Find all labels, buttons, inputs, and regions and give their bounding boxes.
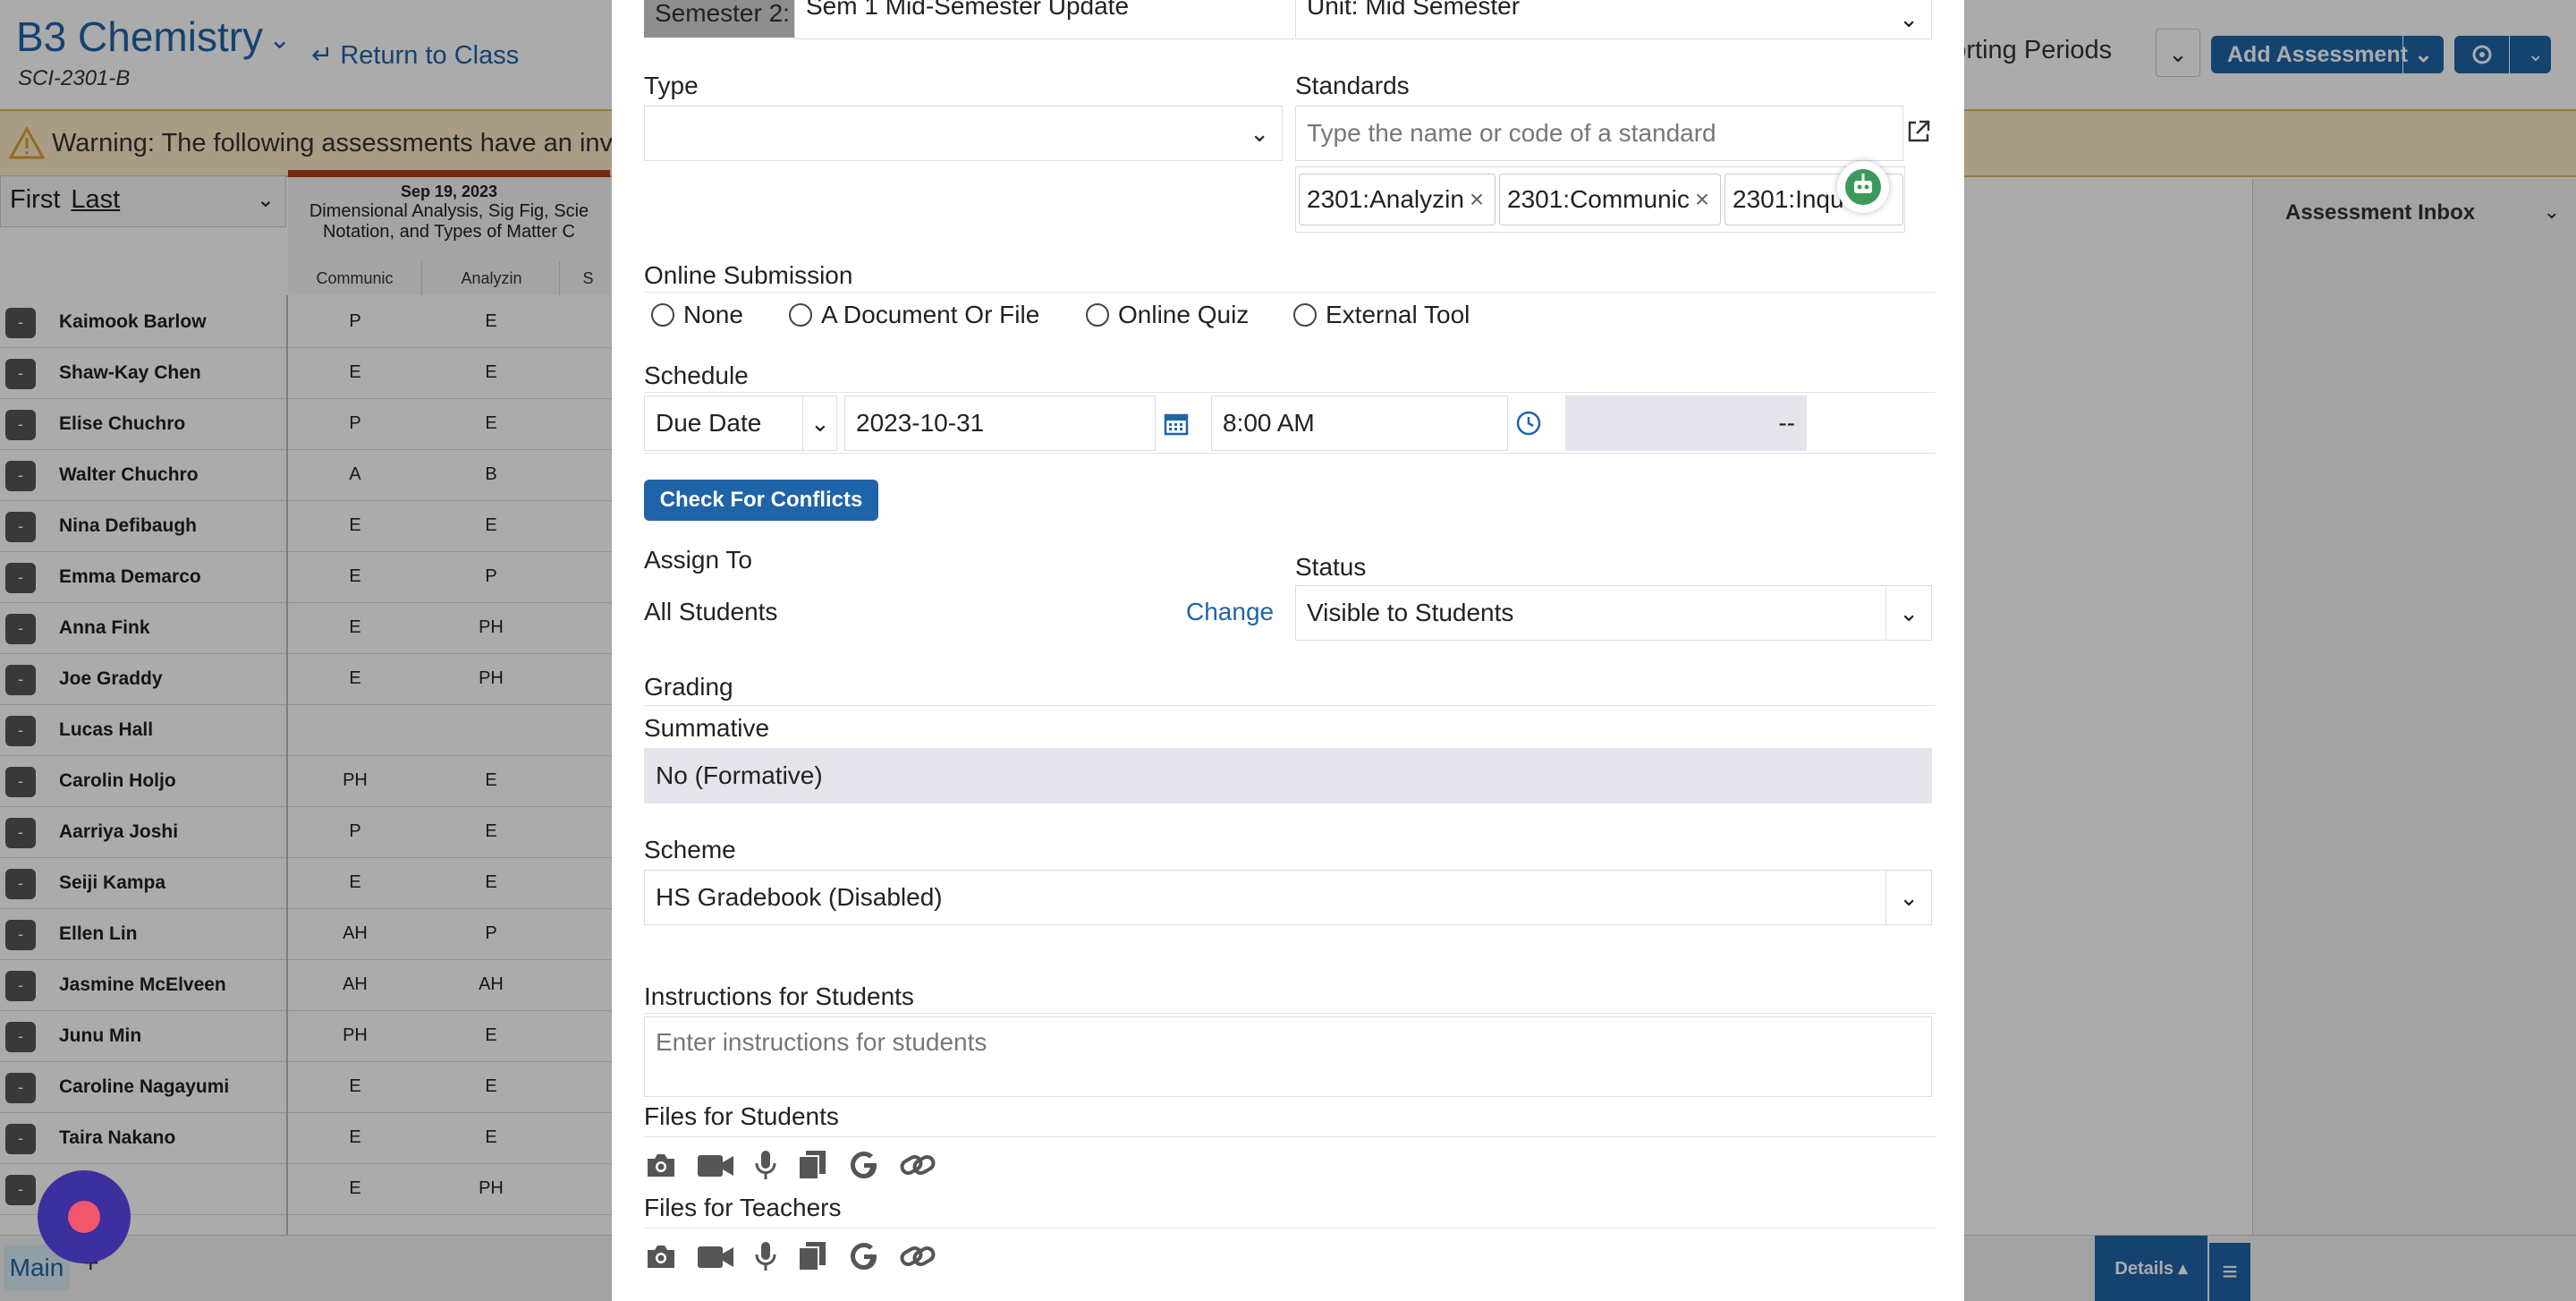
status-select[interactable]: Visible to Students ⌄ (1295, 585, 1932, 641)
scheme-value: HS Gradebook (Disabled) (656, 883, 943, 911)
scheme-label: Scheme (644, 836, 736, 863)
schedule-label: Schedule (644, 361, 749, 389)
due-type-select[interactable]: Due Date ⌄ (644, 395, 837, 451)
type-label: Type (644, 72, 699, 99)
files-students-label: Files for Students (644, 1102, 839, 1130)
divider (644, 1136, 1936, 1137)
divider (644, 1013, 1936, 1014)
files-teachers-label: Files for Teachers (644, 1194, 842, 1221)
divider (644, 292, 1936, 293)
radio-label: None (683, 301, 743, 328)
link-icon[interactable] (898, 1241, 937, 1276)
google-icon[interactable] (848, 1149, 880, 1186)
standard-chip-communic[interactable]: 2301:Communic × (1499, 174, 1721, 225)
clock-icon[interactable] (1515, 410, 1542, 437)
radio-online-quiz[interactable]: Online Quiz (1086, 301, 1249, 329)
unit-select[interactable]: Unit: Mid Semester ⌄ (1295, 0, 1932, 39)
files-icon[interactable] (795, 1149, 829, 1186)
standards-search-input[interactable]: Type the name or code of a standard (1295, 106, 1903, 161)
due-type-value: Due Date (656, 409, 762, 437)
chevron-down-icon: ⌄ (802, 396, 830, 450)
radio-circle[interactable] (789, 303, 812, 327)
microphone-icon[interactable] (754, 1240, 777, 1277)
radio-circle[interactable] (651, 303, 674, 327)
assistant-fab[interactable] (38, 1170, 131, 1263)
divider (644, 392, 1936, 393)
divider (644, 705, 1936, 706)
radio-circle[interactable] (1086, 303, 1109, 327)
student-file-tools (644, 1149, 952, 1186)
summative-field: No (Formative) (644, 748, 1932, 804)
chip-label: 2301:Communic (1507, 185, 1690, 213)
close-icon[interactable]: × (1470, 185, 1484, 213)
semester-chip: Semester 2: (644, 0, 794, 38)
assistant-helper-button[interactable] (1837, 161, 1889, 213)
video-icon[interactable] (696, 1150, 735, 1185)
grading-label: Grading (644, 673, 733, 701)
status-label: Status (1295, 553, 1367, 581)
radio-label: A Document Or File (821, 301, 1040, 328)
summative-label: Summative (644, 714, 770, 742)
change-assignees-link[interactable]: Change (1186, 598, 1274, 626)
standard-chip-analyzin[interactable]: 2301:Analyzin × (1299, 174, 1496, 225)
status-value: Visible to Students (1307, 599, 1514, 626)
divider (644, 453, 1936, 454)
robot-icon (1845, 169, 1881, 205)
link-icon[interactable] (898, 1150, 937, 1185)
due-date-input[interactable]: 2023-10-31 (844, 395, 1156, 451)
calendar-icon[interactable] (1163, 410, 1190, 437)
files-icon[interactable] (795, 1240, 829, 1277)
camera-icon[interactable] (644, 1241, 678, 1276)
instructions-label: Instructions for Students (644, 982, 914, 1010)
chip-label: 2301:Analyzin (1307, 185, 1464, 213)
check-conflicts-button[interactable]: Check For Conflicts (644, 480, 878, 521)
chevron-down-icon: ⌄ (1250, 120, 1269, 147)
standards-label: Standards (1295, 72, 1410, 99)
radio-label: External Tool (1326, 301, 1470, 328)
microphone-icon[interactable] (754, 1149, 777, 1186)
radio-external-tool[interactable]: External Tool (1293, 301, 1470, 329)
chevron-down-icon: ⌄ (1899, 5, 1919, 32)
radio-label: Online Quiz (1118, 301, 1250, 328)
type-select[interactable]: ⌄ (644, 106, 1283, 161)
divider (644, 1228, 1936, 1229)
radio-circle[interactable] (1293, 303, 1317, 327)
teacher-file-tools (644, 1240, 952, 1277)
chevron-down-icon: ⌄ (1885, 586, 1919, 640)
end-value-field: -- (1565, 395, 1807, 451)
google-icon[interactable] (848, 1240, 880, 1277)
due-time-input[interactable]: 8:00 AM (1211, 395, 1508, 451)
radio-none[interactable]: None (651, 301, 743, 329)
assessment-editor-modal: Semester 2: Sem 1 Mid-Semester Update Un… (612, 0, 1964, 1301)
unit-value: Unit: Mid Semester (1307, 0, 1521, 20)
chip-label: 2301:Inqu (1733, 185, 1844, 213)
assign-to-label: Assign To (644, 546, 752, 574)
camera-icon[interactable] (644, 1150, 678, 1185)
chevron-down-icon: ⌄ (1885, 871, 1919, 924)
external-link-icon[interactable] (1905, 118, 1932, 145)
assign-to-value: All Students (644, 598, 778, 625)
title-input[interactable]: Sem 1 Mid-Semester Update (794, 0, 1317, 39)
scheme-select[interactable]: HS Gradebook (Disabled) ⌄ (644, 870, 1932, 925)
close-icon[interactable]: × (1695, 185, 1709, 213)
video-icon[interactable] (696, 1241, 735, 1276)
online-submission-label: Online Submission (644, 261, 853, 289)
instructions-textarea[interactable]: Enter instructions for students (644, 1016, 1932, 1097)
radio-document[interactable]: A Document Or File (789, 301, 1039, 329)
record-icon (68, 1201, 100, 1233)
title-value: Sem 1 Mid-Semester Update (806, 0, 1130, 20)
